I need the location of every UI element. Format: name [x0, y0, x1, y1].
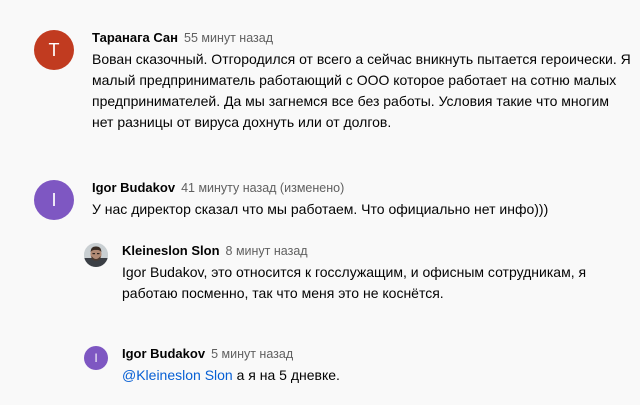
- comment-header: Igor Budakov 41 минуту назад (изменено): [92, 180, 632, 195]
- comment: Т Таранага Сан 55 минут назад Вован сказ…: [34, 30, 632, 133]
- avatar-letter: I: [51, 189, 57, 210]
- comment-author[interactable]: Таранага Сан: [92, 30, 178, 45]
- avatar[interactable]: I: [84, 346, 108, 370]
- comment-author[interactable]: Kleineslon Slon: [122, 243, 220, 258]
- comment-author[interactable]: Igor Budakov: [122, 346, 205, 361]
- comment-header: Igor Budakov 5 минут назад: [122, 346, 632, 361]
- avatar[interactable]: Т: [34, 30, 74, 70]
- comment-author[interactable]: Igor Budakov: [92, 180, 175, 195]
- comment-text: Igor Budakov, это относится к госслужащи…: [122, 264, 587, 301]
- avatar[interactable]: I: [34, 180, 74, 220]
- comment-time[interactable]: 5 минут назад: [211, 347, 293, 361]
- reply: Kleineslon Slon 8 минут назад Igor Budak…: [84, 243, 632, 304]
- comment-header: Таранага Сан 55 минут назад: [92, 30, 632, 45]
- comment: I Igor Budakov 41 минуту назад (изменено…: [34, 180, 632, 220]
- comment-header: Kleineslon Slon 8 минут назад: [122, 243, 632, 258]
- comment-text: @Kleineslon Slon а я на 5 дневке.: [122, 365, 632, 386]
- comment-text: У нас директор сказал что мы работаем. Ч…: [92, 201, 549, 217]
- comment-text: Вован сказочный. Отгородился от всего а …: [92, 51, 631, 130]
- mention-link[interactable]: @Kleineslon Slon: [122, 367, 233, 383]
- comment-time[interactable]: 8 минут назад: [226, 244, 308, 258]
- comment-time[interactable]: 55 минут назад: [184, 31, 273, 45]
- comment-time[interactable]: 41 минуту назад (изменено): [181, 181, 344, 195]
- user-photo-icon-graphic: [84, 243, 108, 267]
- user-photo-icon[interactable]: [84, 243, 108, 267]
- avatar-letter: I: [94, 351, 98, 365]
- avatar-letter: Т: [48, 39, 60, 60]
- comment-text-rest: а я на 5 дневке.: [232, 367, 340, 383]
- reply: I Igor Budakov 5 минут назад @Kleineslon…: [84, 346, 632, 386]
